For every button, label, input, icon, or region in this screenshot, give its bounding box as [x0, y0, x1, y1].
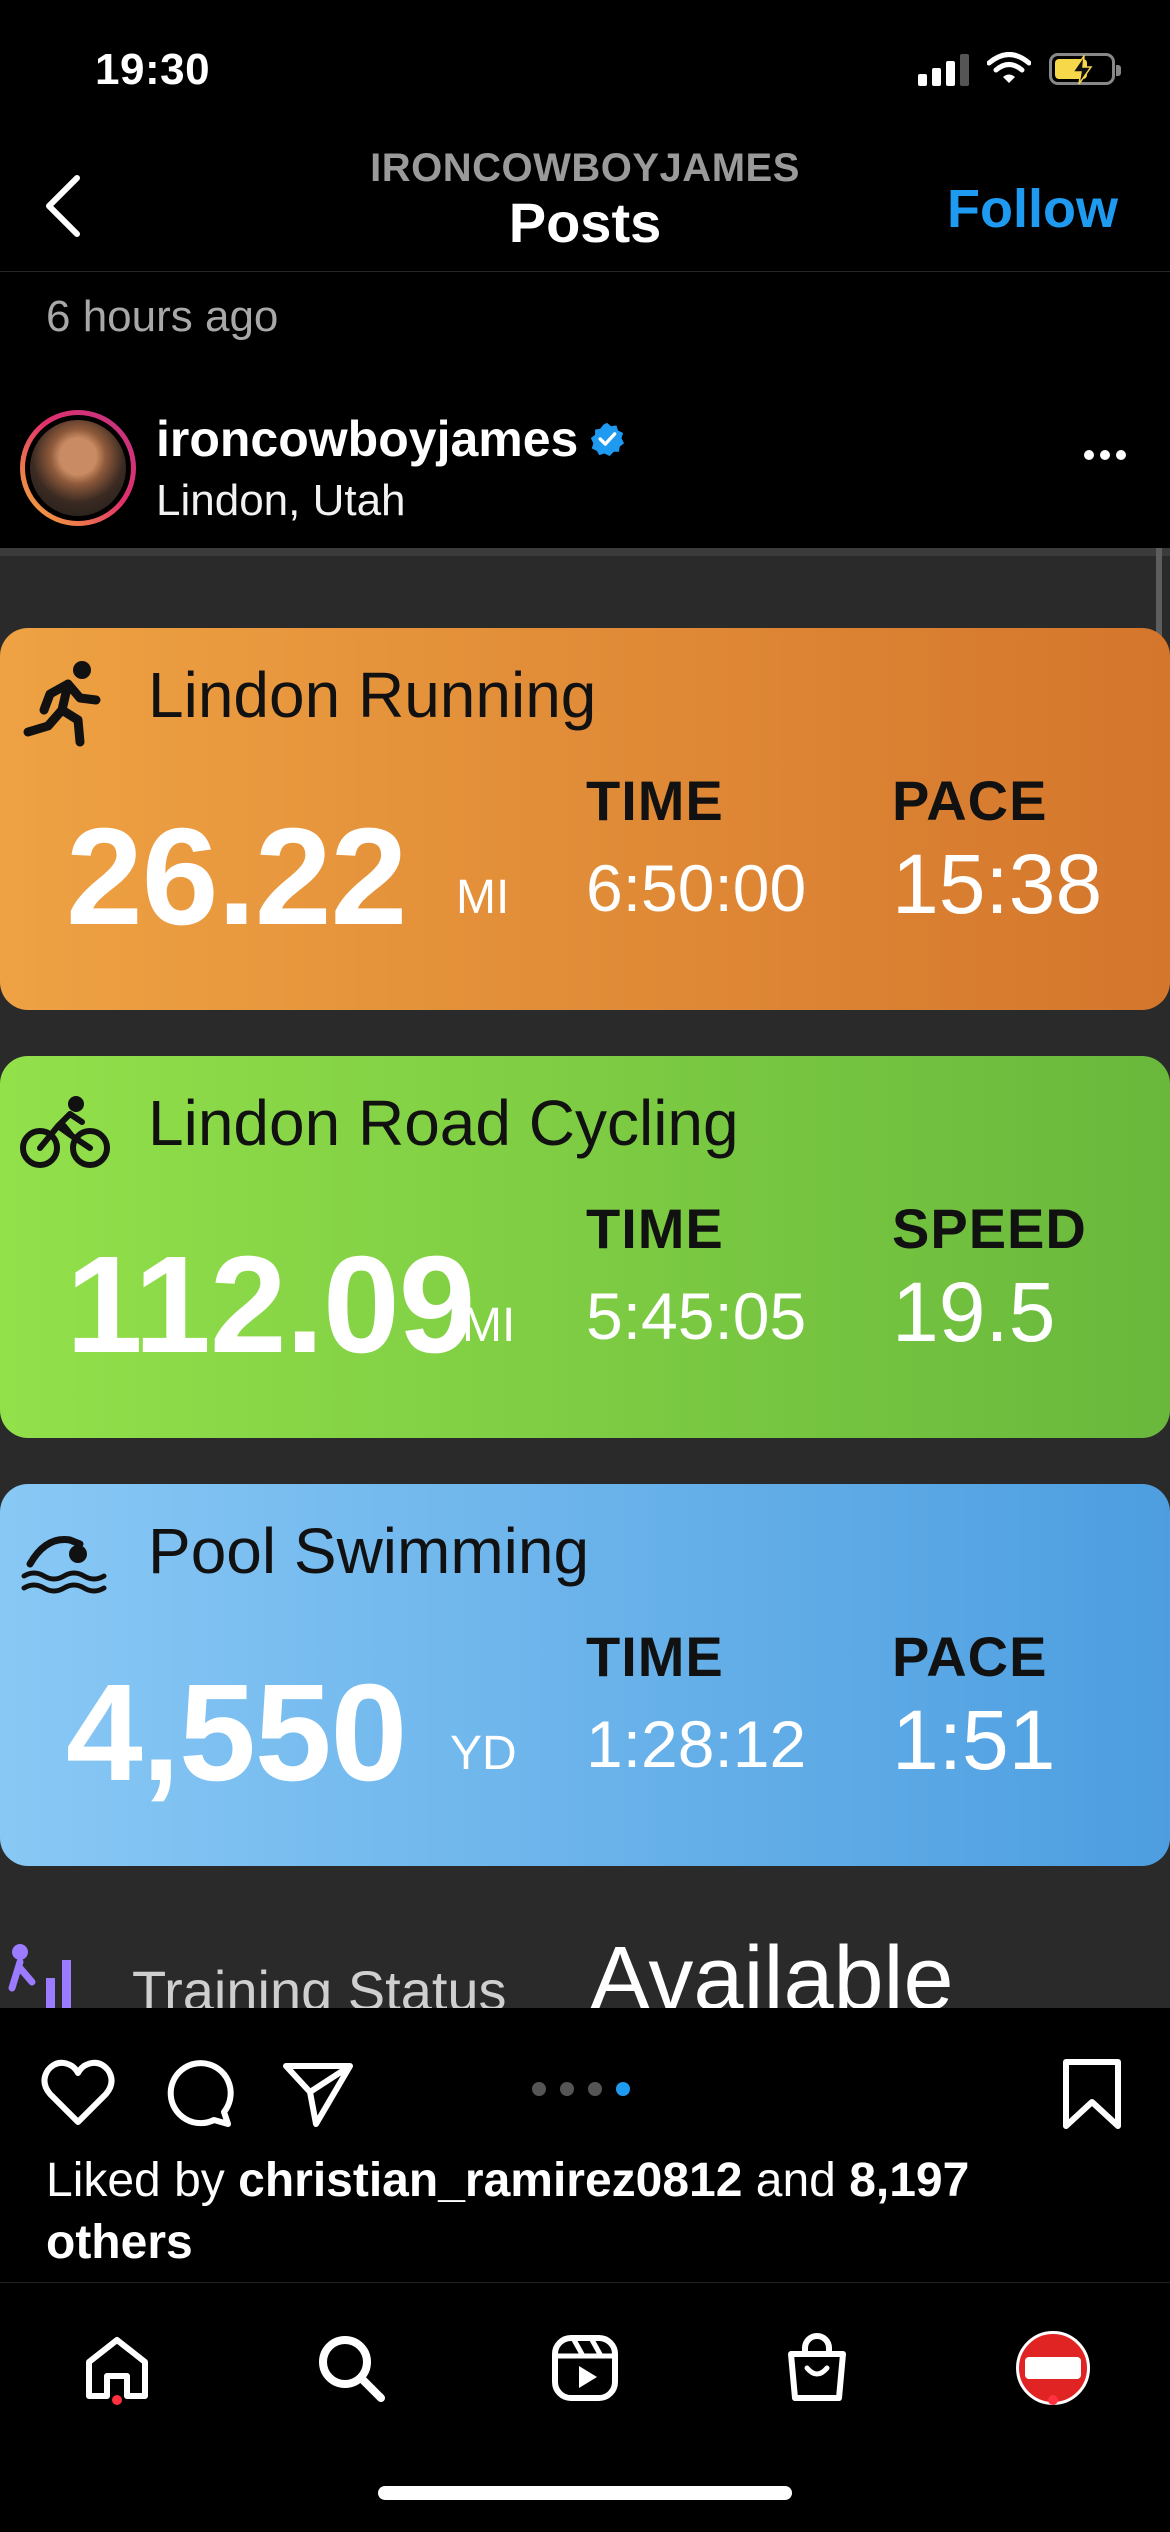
post-header: ironcowboyjames Lindon, Utah [0, 400, 1170, 550]
distance-unit: MI [456, 871, 510, 924]
home-indicator[interactable] [378, 2486, 792, 2500]
nav-header: IRONCOWBOYJAMES Posts Follow [0, 140, 1170, 272]
avatar[interactable] [20, 410, 136, 526]
post-actions [0, 2010, 1170, 2160]
tab-search[interactable] [306, 2323, 396, 2413]
tab-shop[interactable] [772, 2323, 862, 2413]
post-username-row[interactable]: ironcowboyjames [156, 410, 625, 468]
send-icon[interactable] [278, 2054, 358, 2134]
running-icon [23, 661, 101, 747]
cellular-signal-icon [918, 52, 969, 86]
reels-icon [552, 2335, 618, 2401]
training-status-label: Training Status [132, 1959, 507, 2008]
distance-unit: YD [450, 1727, 517, 1780]
swimming-icon [21, 1536, 107, 1594]
status-icons [918, 52, 1121, 86]
tab-reels[interactable] [540, 2323, 630, 2413]
wifi-icon [987, 52, 1031, 83]
time-label: TIME [586, 769, 724, 832]
post-location[interactable]: Lindon, Utah [156, 476, 406, 526]
more-options-button[interactable] [1084, 450, 1126, 460]
card-title: Lindon Running [148, 659, 597, 731]
activity-card-swimming: Pool Swimming 4,550 YD TIME 1:28:12 PACE… [0, 1484, 1170, 1866]
speed-value: 19.5 [892, 1265, 1056, 1359]
likes-others[interactable]: others [46, 2216, 193, 2269]
pace-label: PACE [892, 769, 1048, 832]
time-label: TIME [586, 1197, 724, 1260]
time-label: TIME [586, 1625, 724, 1688]
comment-icon[interactable] [158, 2054, 238, 2134]
training-status-icon [8, 1944, 71, 2008]
carousel-indicator [532, 2082, 630, 2096]
notification-dot [1048, 2395, 1058, 2405]
heart-icon[interactable] [38, 2054, 118, 2134]
card-title: Pool Swimming [148, 1515, 590, 1587]
activity-card-running: Lindon Running 26.22 MI TIME 6:50:00 PAC… [0, 628, 1170, 1010]
distance-value: 26.22 [66, 800, 407, 954]
distance-unit: MI [462, 1299, 516, 1352]
likes-count[interactable]: 8,197 [849, 2154, 969, 2207]
more-horizontal-icon [1084, 450, 1094, 460]
battery-icon [1049, 53, 1121, 85]
distance-value: 112.09 [66, 1228, 475, 1382]
liked-by-username[interactable]: christian_ramirez0812 [238, 2154, 742, 2207]
training-status-value: Available [590, 1929, 954, 2008]
card-title: Lindon Road Cycling [148, 1087, 739, 1159]
likes-summary[interactable]: Liked by christian_ramirez0812 and 8,197… [46, 2150, 1136, 2274]
pace-value: 15:38 [892, 837, 1103, 931]
follow-button[interactable]: Follow [947, 178, 1118, 240]
pace-value: 1:51 [892, 1693, 1056, 1787]
bookmark-icon[interactable] [1052, 2054, 1132, 2134]
time-value: 1:28:12 [586, 1707, 807, 1781]
pace-label: PACE [892, 1625, 1048, 1688]
cycling-icon [20, 1096, 110, 1168]
time-value: 5:45:05 [586, 1279, 807, 1353]
profile-avatar [1016, 2331, 1090, 2405]
post-media[interactable]: Lindon Running 26.22 MI TIME 6:50:00 PAC… [0, 548, 1170, 2008]
shop-bag-icon [788, 2333, 846, 2401]
post-username[interactable]: ironcowboyjames [156, 410, 578, 468]
status-bar: 19:30 [0, 0, 1170, 140]
distance-value: 4,550 [66, 1656, 407, 1810]
verified-badge-icon [591, 422, 625, 456]
post-timestamp: 6 hours ago [46, 292, 279, 341]
home-icon [86, 2337, 148, 2399]
media-divider [0, 548, 1170, 556]
training-status-row: Training Status Available [0, 1929, 1170, 2008]
time-value: 6:50:00 [586, 851, 807, 925]
notification-dot [112, 2395, 122, 2405]
activity-card-cycling: Lindon Road Cycling 112.09 MI TIME 5:45:… [0, 1056, 1170, 1438]
speed-label: SPEED [892, 1197, 1087, 1260]
search-icon [319, 2336, 385, 2402]
status-time: 19:30 [95, 45, 211, 94]
